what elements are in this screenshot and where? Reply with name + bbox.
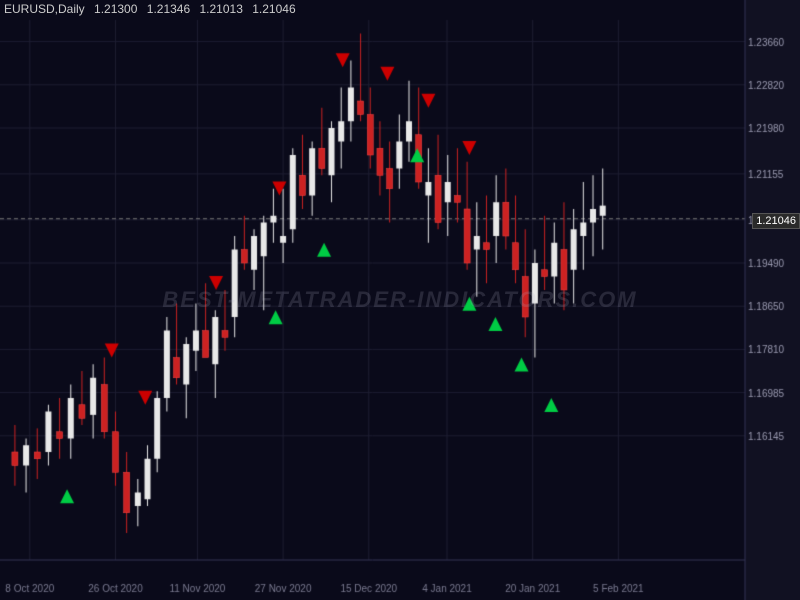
chart-container: EURUSD,Daily 1.21300 1.21346 1.21013 1.2…	[0, 0, 800, 600]
